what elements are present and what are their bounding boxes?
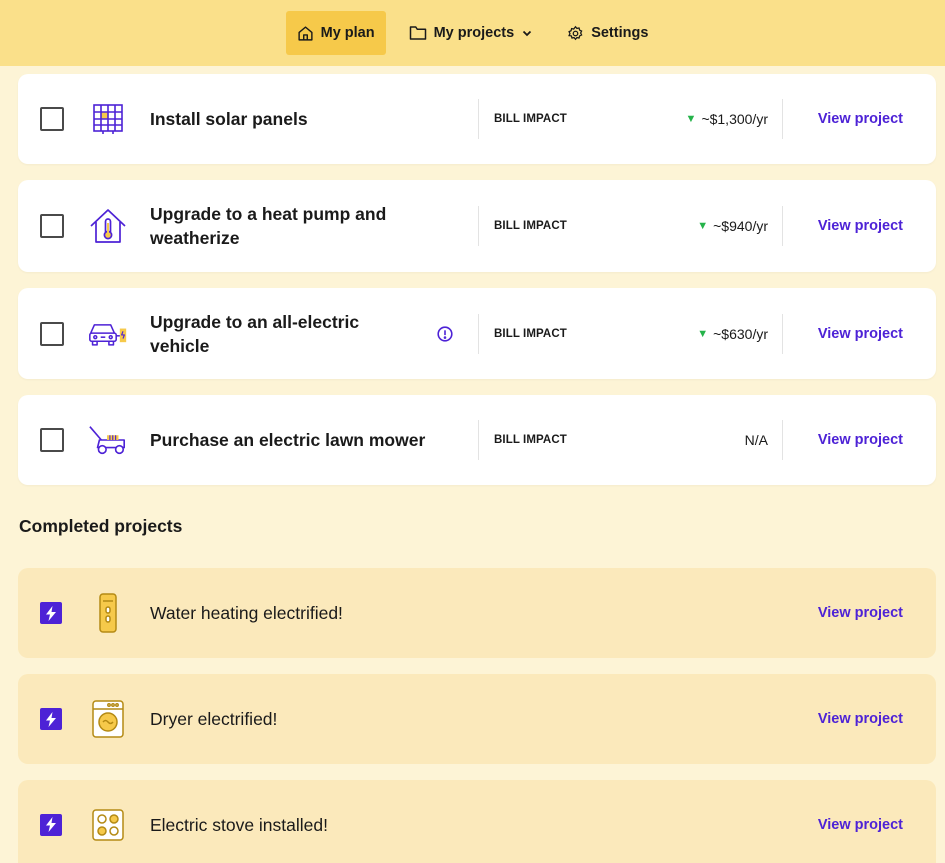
down-arrow-icon: ▼ (697, 327, 709, 340)
nav-settings-label: Settings (591, 25, 649, 41)
divider (478, 420, 479, 460)
project-checkbox[interactable] (40, 321, 64, 346)
down-arrow-icon: ▼ (685, 113, 697, 125)
view-project-link[interactable]: View project (818, 605, 903, 621)
home-icon (297, 25, 314, 42)
view-project-link[interactable]: View project (818, 432, 903, 448)
view-project-link[interactable]: View project (818, 218, 903, 234)
dryer-icon (88, 699, 128, 739)
nav-my-projects[interactable]: My projects (398, 11, 545, 55)
electric-vehicle-icon (88, 314, 128, 354)
divider (782, 206, 783, 246)
view-project-link[interactable]: View project (818, 817, 903, 833)
down-arrow-icon: ▼ (697, 220, 709, 232)
project-checkbox[interactable] (40, 107, 64, 131)
completed-title: Water heating electrified! (150, 603, 343, 623)
chevron-down-icon (521, 27, 533, 39)
bill-impact-amount: ~$1,300/yr (701, 111, 768, 127)
heat-pump-house-icon (88, 206, 128, 246)
divider (478, 99, 479, 139)
bill-impact-amount: ~$630/yr (713, 325, 768, 342)
gear-icon (567, 25, 584, 42)
bill-impact-label: BILL IMPACT (494, 113, 567, 125)
project-checkbox[interactable] (40, 428, 64, 452)
bill-impact-label: BILL IMPACT (494, 327, 567, 340)
divider (782, 420, 783, 460)
view-project-link[interactable]: View project (818, 111, 903, 127)
bill-impact-amount: N/A (744, 432, 768, 448)
stove-icon (88, 805, 128, 845)
project-title: Purchase an electric lawn mower (150, 430, 426, 450)
nav-my-projects-label: My projects (433, 25, 515, 41)
project-title: Upgrade to a heat pump and weatherize (150, 204, 387, 248)
bill-impact-value: ▼ ~$1,300/yr (686, 111, 768, 127)
project-title: Upgrade to an all-electric vehicle (150, 311, 360, 356)
divider (782, 99, 783, 139)
folder-icon (409, 25, 427, 41)
project-card-ev: Upgrade to an all-electric vehicle BILL … (18, 288, 936, 379)
view-project-link[interactable]: View project (818, 711, 903, 727)
bill-impact-value: ▼ ~$940/yr (697, 218, 768, 234)
completed-title: Electric stove installed! (150, 814, 328, 835)
completed-projects-heading: Completed projects (19, 516, 183, 536)
project-title: Install solar panels (150, 109, 308, 129)
top-nav: My plan My projects Settings (0, 0, 945, 66)
lightning-bolt-icon (40, 813, 62, 836)
bill-impact-amount: ~$940/yr (713, 218, 768, 234)
view-project-link[interactable]: View project (818, 326, 903, 342)
completed-title: Dryer electrified! (150, 709, 278, 729)
project-card-lawn-mower: Purchase an electric lawn mower BILL IMP… (18, 395, 936, 485)
bill-impact-value: ▼ ~$630/yr (697, 326, 768, 342)
nav-my-plan[interactable]: My plan (285, 11, 386, 55)
project-checkbox[interactable] (40, 214, 64, 238)
divider (478, 206, 479, 246)
completed-card-dryer: Dryer electrified! View project (18, 674, 936, 764)
bill-impact-label: BILL IMPACT (494, 220, 567, 232)
nav-settings[interactable]: Settings (556, 11, 659, 55)
divider (478, 313, 479, 354)
nav-my-plan-label: My plan (320, 25, 375, 41)
bill-impact-label: BILL IMPACT (494, 434, 567, 446)
completed-card-water-heating: Water heating electrified! View project (18, 568, 936, 658)
water-heater-icon (88, 593, 128, 633)
lawn-mower-icon (88, 420, 128, 460)
project-card-heat-pump: Upgrade to a heat pump and weatherize BI… (18, 180, 936, 272)
solar-panel-icon (88, 99, 128, 139)
info-icon[interactable] (437, 325, 453, 347)
completed-card-stove: Electric stove installed! View project (18, 780, 936, 863)
bill-impact-value: N/A (745, 432, 768, 448)
lightning-bolt-icon (40, 602, 62, 624)
divider (782, 313, 783, 354)
lightning-bolt-icon (40, 708, 62, 730)
project-card-solar: Install solar panels BILL IMPACT ▼ ~$1,3… (18, 74, 936, 164)
